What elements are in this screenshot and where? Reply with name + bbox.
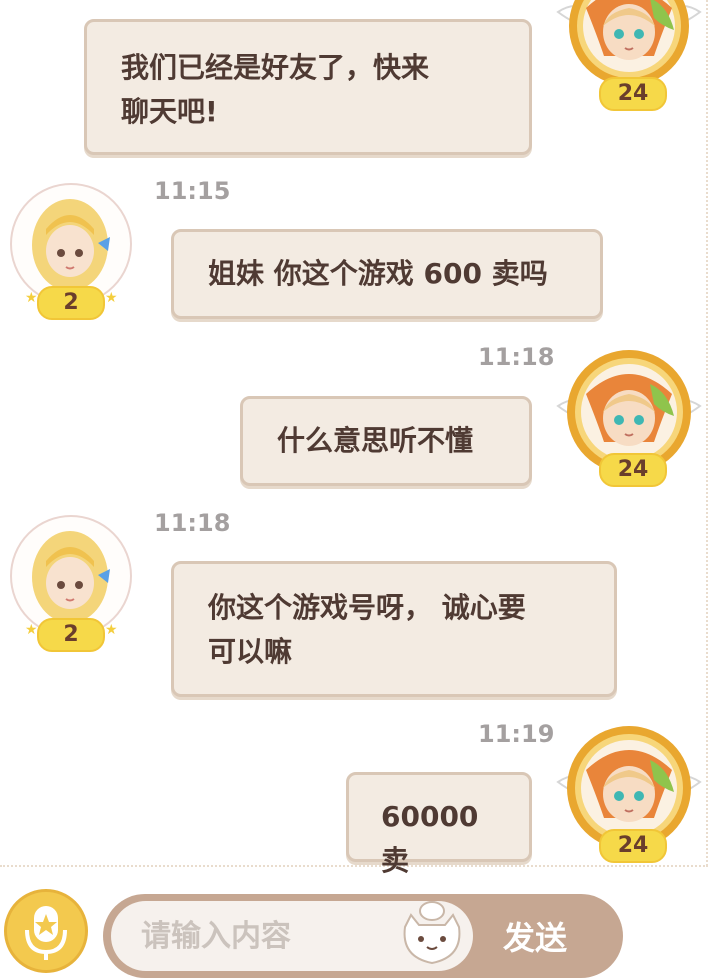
timestamp: 11:15 <box>154 177 231 205</box>
timestamp: 11:18 <box>478 343 555 371</box>
timestamp: 11:19 <box>478 720 555 748</box>
level-badge: 24 <box>599 453 667 487</box>
chat-area[interactable]: 我们已经是好友了，快来 聊天吧! 24 11:15 2 ★ ★ 姐妹 你这个游戏… <box>0 0 720 877</box>
star-icon: ★ <box>25 290 38 306</box>
timestamp: 11:18 <box>154 509 231 537</box>
star-icon: ★ <box>25 622 38 638</box>
star-icon: ★ <box>105 622 118 638</box>
message-bubble-self: 60000卖 <box>346 772 532 877</box>
level-badge: 24 <box>599 77 667 111</box>
level-badge: 2 <box>37 618 105 652</box>
level-badge: 24 <box>599 829 667 863</box>
message-bubble-friend: 姐妹 你这个游戏 600 卖吗 <box>171 229 603 319</box>
send-button[interactable]: 发送 <box>479 894 623 978</box>
star-icon: ★ <box>105 290 118 306</box>
input-bar: 发送 <box>103 894 623 978</box>
message-bubble-friend: 你这个游戏号呀， 诚心要 可以嘛 <box>171 561 617 697</box>
emoji-button[interactable] <box>397 897 467 975</box>
message-bubble-self: 我们已经是好友了，快来 聊天吧! <box>84 19 532 155</box>
chat-border <box>0 865 708 867</box>
level-badge: 2 <box>37 286 105 320</box>
message-bubble-self: 什么意思听不懂 <box>240 396 532 486</box>
microphone-star-icon <box>25 906 67 960</box>
microphone-button[interactable] <box>4 889 88 973</box>
cat-chef-emoji-icon <box>403 901 461 965</box>
